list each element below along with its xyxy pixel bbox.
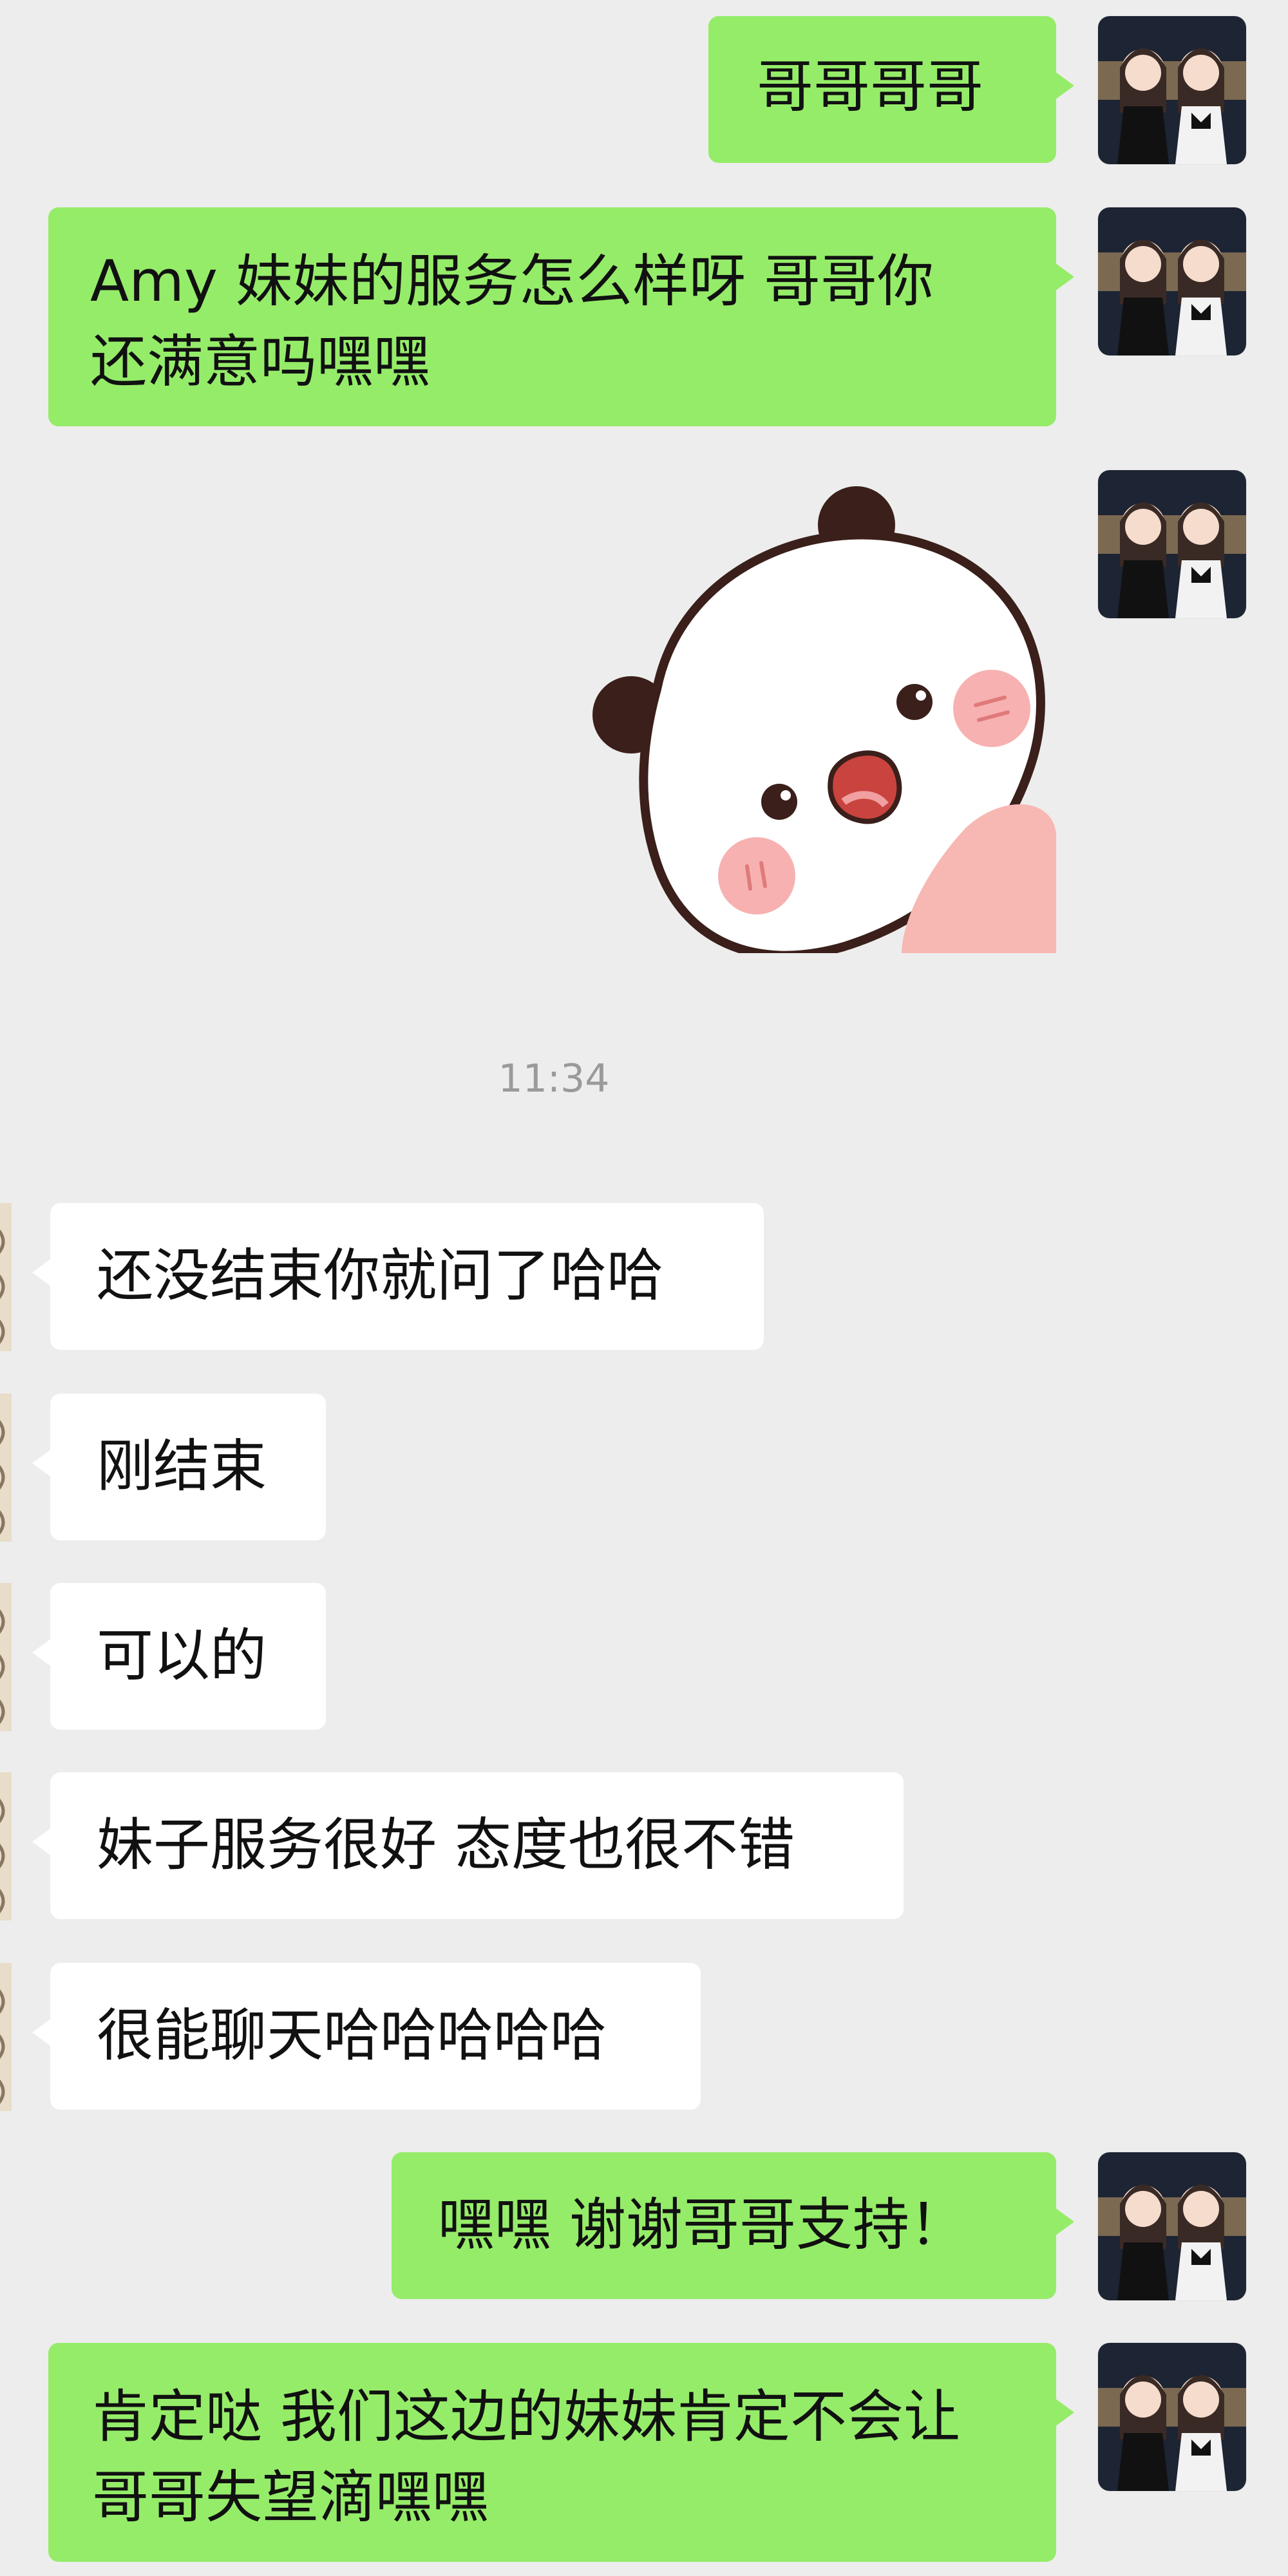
message-text: 哥哥哥哥 [757,53,984,120]
avatar-photo-icon [1098,207,1246,355]
message-text: Amy 妹妹的服务怎么样呀 哥哥你 还满意吗嘿嘿 [90,248,934,395]
message-bubble-received[interactable]: 还没结束你就问了哈哈 [32,1203,764,1350]
avatar-photo-icon [1098,2343,1246,2491]
avatar-edge-icon [0,1203,12,1351]
self-avatar[interactable] [1098,2343,1246,2491]
self-avatar[interactable] [1098,2152,1246,2300]
contact-avatar[interactable] [0,1203,12,1351]
avatar-edge-icon [0,1583,12,1731]
contact-avatar[interactable] [0,1583,12,1731]
message-text: 还没结束你就问了哈哈 [97,1242,664,1309]
contact-avatar[interactable] [0,1772,12,1920]
message-text: 可以的 [97,1622,267,1689]
self-avatar[interactable] [1098,207,1246,355]
avatar-edge-icon [0,1963,12,2111]
message-bubble-received[interactable]: 可以的 [32,1583,326,1730]
chat-window: 哥哥哥哥 Amy 妹妹的服务怎么样呀 哥哥你 还满意吗嘿嘿 11:34 还没结束… [0,0,1288,2576]
self-avatar[interactable] [1098,16,1246,164]
message-bubble-received[interactable]: 很能聊天哈哈哈哈哈 [32,1963,701,2110]
avatar-edge-icon [0,1394,12,1542]
message-bubble-received[interactable]: 刚结束 [32,1394,326,1540]
avatar-photo-icon [1098,2152,1246,2300]
message-text: 嘿嘿 谢谢哥哥支持！ [438,2192,966,2258]
avatar-edge-icon [0,1772,12,1920]
contact-avatar[interactable] [0,1394,12,1542]
message-timestamp: 11:34 [498,1056,610,1101]
sticker-message[interactable] [586,477,1056,953]
message-bubble-sent[interactable]: 嘿嘿 谢谢哥哥支持！ [392,2152,1074,2299]
message-bubble-sent[interactable]: 哥哥哥哥 [708,16,1074,163]
message-bubble-received[interactable]: 妹子服务很好 态度也很不错 [32,1772,904,1919]
avatar-photo-icon [1098,16,1246,164]
message-text: 妹子服务很好 态度也很不错 [97,1812,795,1878]
message-text: 刚结束 [97,1433,267,1499]
message-text: 很能聊天哈哈哈哈哈 [97,2002,607,2069]
self-avatar[interactable] [1098,470,1246,618]
message-bubble-sent[interactable]: Amy 妹妹的服务怎么样呀 哥哥你 还满意吗嘿嘿 [48,207,1074,426]
message-bubble-sent[interactable]: 肯定哒 我们这边的妹妹肯定不会让 哥哥失望滴嘿嘿 [48,2343,1074,2562]
panda-sticker-icon [592,486,1056,953]
avatar-photo-icon [1098,470,1246,618]
contact-avatar[interactable] [0,1963,12,2111]
message-text: 肯定哒 我们这边的妹妹肯定不会让 哥哥失望滴嘿嘿 [92,2383,960,2530]
